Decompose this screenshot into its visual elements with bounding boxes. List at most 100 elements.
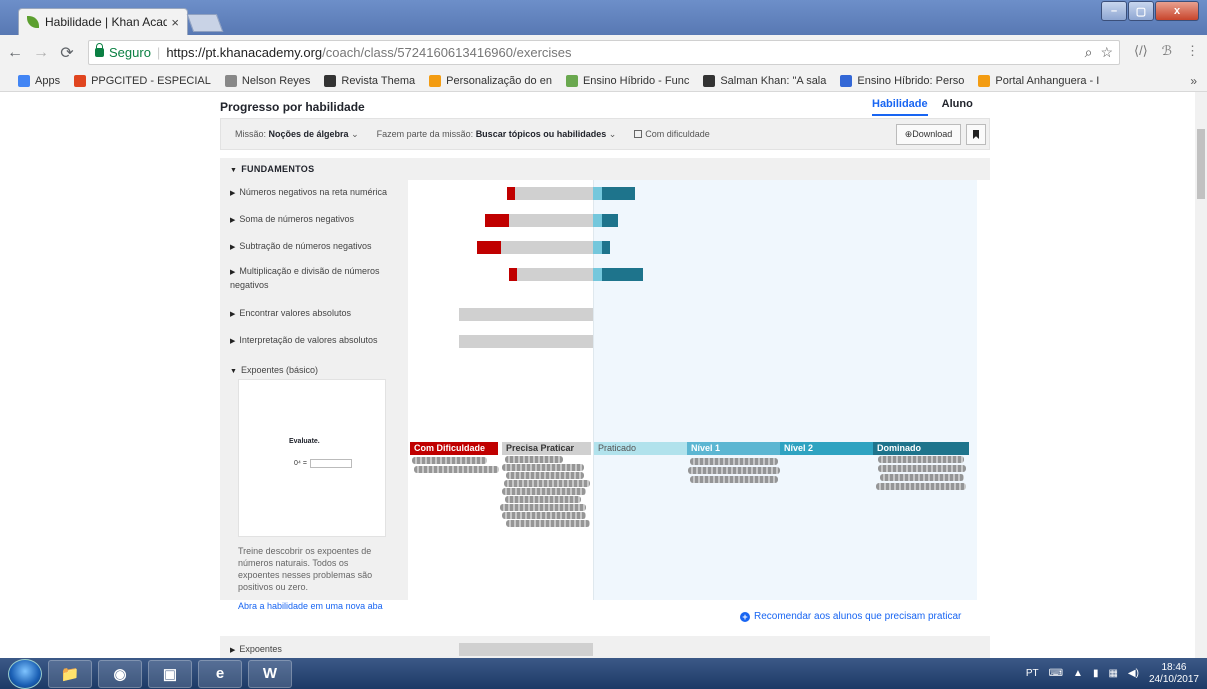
skill-row-expanded[interactable]: ▼ Expoentes (básico): [230, 364, 400, 378]
skill-row[interactable]: ▶ Soma de números negativos: [230, 213, 400, 227]
download-button[interactable]: ⊕Download: [896, 124, 961, 145]
close-window-button[interactable]: x: [1155, 1, 1199, 21]
struggling-checkbox[interactable]: Com dificuldade: [634, 129, 710, 139]
address-bar[interactable]: Seguro | https://pt.khanacademy.org /coa…: [88, 40, 1120, 65]
redacted-student-name: [505, 456, 563, 463]
bookmark-item[interactable]: Portal Anhanguera - I: [978, 74, 1099, 87]
legend-practiced: Praticado: [594, 442, 687, 455]
chart-right-area: [593, 180, 977, 600]
checkbox-icon[interactable]: [634, 130, 643, 138]
open-skill-link[interactable]: Abra a habilidade em uma nova aba: [238, 601, 383, 611]
menu-kebab-icon[interactable]: ⋮: [1186, 43, 1199, 59]
bar-mastered: [602, 241, 610, 254]
bar-needs-practice: [509, 214, 593, 227]
skill-row-next-label[interactable]: ▶ Expoentes: [230, 644, 282, 654]
url-path: /coach/class/5724160613416960/exercises: [322, 45, 572, 60]
legend-struggling: Com Dificuldade: [410, 442, 498, 455]
maximize-button[interactable]: ▢: [1128, 1, 1154, 21]
legend-needs-practice: Precisa Praticar: [502, 442, 591, 455]
url-separator: |: [156, 45, 161, 60]
mission-filter[interactable]: Missão: Noções de álgebra ⌄: [235, 129, 359, 140]
clock[interactable]: 18:46 24/10/2017: [1149, 662, 1199, 686]
network-icon[interactable]: ▦: [1108, 668, 1117, 679]
bookmark-item[interactable]: Nelson Reyes: [224, 74, 311, 87]
skills-panel: ▼ FUNDAMENTOS ▶ Números negativos na reta …: [220, 158, 990, 658]
caret-down-icon: ▼: [230, 368, 237, 375]
topic-filter[interactable]: Fazem parte da missão: Buscar tópicos ou…: [377, 129, 617, 140]
language-indicator[interactable]: PT: [1026, 668, 1039, 679]
redacted-student-name: [506, 520, 590, 527]
answer-input[interactable]: [309, 459, 352, 468]
signal-icon[interactable]: ▮: [1093, 668, 1099, 679]
forward-arrow-icon[interactable]: →: [30, 44, 52, 62]
code-extension-icon[interactable]: ⟨/⟩: [1134, 43, 1148, 59]
skill-row[interactable]: ▶ Números negativos na reta numérica: [230, 186, 400, 200]
bookmark-label: Apps: [35, 74, 61, 87]
keyboard-icon[interactable]: ⌨: [1049, 668, 1063, 679]
legend-level-2: Nível 2: [780, 442, 873, 455]
legend-mastered: Dominado: [873, 442, 969, 455]
bar-needs-practice: [517, 268, 593, 281]
bar-practiced: [593, 187, 602, 200]
section-header[interactable]: ▼ FUNDAMENTOS: [220, 158, 990, 180]
media-icon[interactable]: ▣: [148, 659, 192, 688]
star-icon[interactable]: ☆: [1100, 44, 1113, 61]
tab-title: Habilidade | Khan Acade: [45, 15, 168, 29]
bar-struggling: [485, 214, 509, 227]
zoom-icon[interactable]: ⌕: [1085, 44, 1093, 61]
reload-icon[interactable]: ⟳: [56, 43, 78, 63]
skill-row[interactable]: ▶ Multiplicação e divisão de números nega…: [230, 265, 400, 291]
bookmark-icon: [973, 130, 979, 139]
bookmark-item[interactable]: Revista Thema: [324, 74, 415, 87]
bookmark-item[interactable]: PPGCITED - ESPECIAL: [74, 74, 211, 87]
scrollbar-thumb[interactable]: [1197, 129, 1205, 199]
bookmark-item[interactable]: Personalização do en: [429, 74, 552, 87]
new-tab-button[interactable]: [186, 14, 224, 32]
skill-label: Soma de números negativos: [239, 214, 354, 224]
ie-icon[interactable]: e: [198, 659, 242, 688]
tab-habilidade[interactable]: Habilidade: [872, 98, 928, 116]
folder-icon[interactable]: 📁: [48, 659, 92, 688]
bar-mastered: [602, 214, 618, 227]
page-scrollbar[interactable]: [1195, 92, 1207, 658]
bookmark-label: PPGCITED - ESPECIAL: [91, 74, 211, 87]
skill-row[interactable]: ▶ Subtração de números negativos: [230, 240, 400, 254]
bookmark-item[interactable]: Ensino Híbrido - Func: [565, 74, 689, 87]
redacted-student-name: [688, 467, 780, 474]
bar-struggling: [507, 187, 515, 200]
x-logo-icon: [74, 74, 87, 87]
bookmark-item[interactable]: Apps: [18, 74, 61, 87]
caret-right-icon: ▶: [230, 647, 236, 654]
translate-extension-icon[interactable]: ℬ: [1162, 43, 1172, 59]
tab-aluno[interactable]: Aluno: [942, 98, 973, 116]
chrome-icon[interactable]: ◉: [98, 659, 142, 688]
word-icon[interactable]: W: [248, 659, 292, 688]
recommend-button[interactable]: + Recomendar aos alunos que precisam pra…: [740, 611, 961, 622]
skill-row[interactable]: ▶ Interpretação de valores absolutos: [230, 334, 400, 348]
clock-date: 24/10/2017: [1148, 673, 1199, 685]
back-arrow-icon[interactable]: ←: [4, 44, 26, 62]
skill-label: Expoentes (básico): [240, 365, 318, 375]
bookmarks-bar: Apps PPGCITED - ESPECIAL Nelson Reyes Revis…: [0, 70, 1207, 92]
tab-khan-academy[interactable]: Habilidade | Khan Acade ×: [18, 8, 188, 35]
bookmark-item[interactable]: Ensino Híbrido: Perso: [840, 74, 965, 87]
minimize-button[interactable]: –: [1101, 1, 1127, 21]
orange-logo-icon: [429, 74, 442, 87]
legend-level-1: Nível 1: [687, 442, 780, 455]
redacted-student-name: [502, 512, 586, 519]
tab-close-icon[interactable]: ×: [171, 15, 179, 30]
bookmark-item[interactable]: Salman Khan: "A sala: [703, 74, 826, 87]
tray-expand-icon[interactable]: ▲: [1073, 668, 1083, 679]
bookmark-label: Nelson Reyes: [241, 74, 311, 87]
skill-label: Interpretação de valores absolutos: [239, 335, 378, 345]
bookmark-button[interactable]: [966, 124, 986, 145]
bookmarks-overflow-icon[interactable]: »: [1190, 74, 1197, 88]
skill-row[interactable]: ▶ Encontrar valores absolutos: [230, 307, 400, 321]
mission-label: Missão:: [235, 128, 267, 139]
volume-icon[interactable]: ◀): [1128, 668, 1139, 679]
redacted-student-name: [502, 488, 586, 495]
bar-mastered: [602, 187, 635, 200]
bookmark-label: Ensino Híbrido: Perso: [857, 74, 965, 87]
start-button[interactable]: [8, 658, 42, 689]
redacted-student-name: [878, 456, 964, 463]
